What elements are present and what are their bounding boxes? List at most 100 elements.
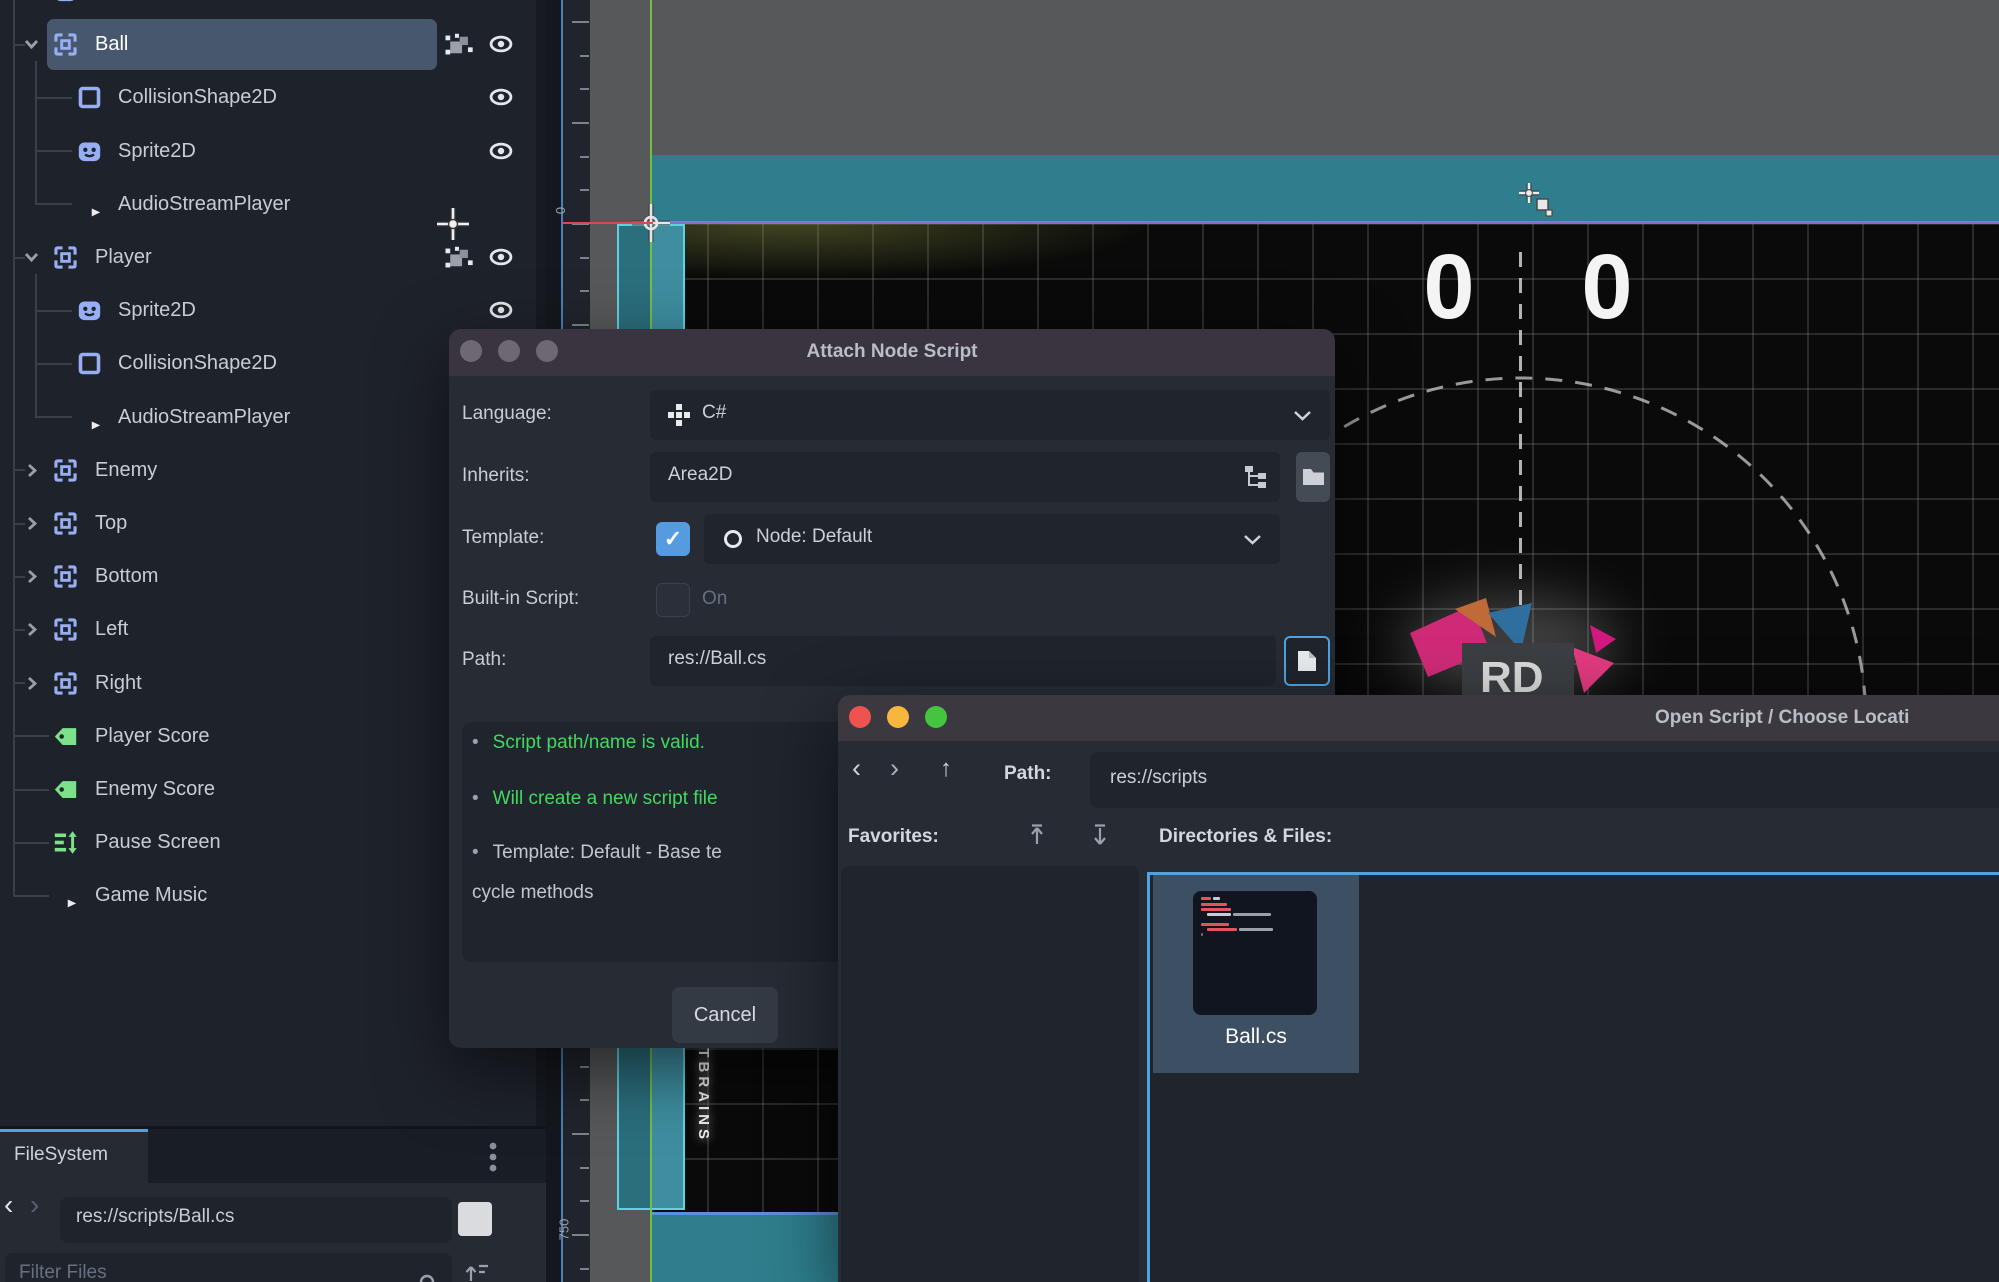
ruler-tick: [580, 88, 589, 91]
browse-class-button[interactable]: [1296, 452, 1330, 502]
open-script-dialog: Open Script / Choose Locati ‹ › ↑ Path: …: [838, 695, 1999, 1282]
x-axis-line: [563, 222, 653, 224]
move-gizmo-icon[interactable]: [1515, 180, 1561, 226]
area2d-icon: [52, 563, 79, 590]
files-list[interactable]: Ball.cs: [1147, 872, 1999, 1282]
enemy-score-text: 0: [1581, 236, 1633, 338]
file-tile-ballcs[interactable]: Ball.cs: [1153, 875, 1359, 1073]
ruler-tick: [572, 121, 589, 124]
area2d-icon: [52, 616, 79, 643]
tree-node-label: Left: [95, 618, 129, 641]
fs-forward-button[interactable]: ›: [30, 1189, 39, 1221]
tree-node-label: Enemy: [95, 458, 158, 481]
up-directory-button[interactable]: ↑: [940, 755, 952, 783]
template-checkbox[interactable]: ✓: [656, 522, 690, 556]
tree-row-court[interactable]: Court: [0, 0, 536, 18]
ruler-tick: [580, 189, 589, 192]
fs-breadcrumb[interactable]: res://scripts/Ball.cs: [60, 1197, 452, 1243]
ruler-tick: [580, 155, 589, 158]
path-label: Path:: [462, 649, 507, 670]
player-score-text: 0: [1423, 236, 1475, 338]
area2d-icon: [52, 31, 79, 58]
expand-arrow-icon[interactable]: [22, 620, 41, 639]
visibility-eye-icon[interactable]: [486, 84, 520, 111]
forward-button[interactable]: ›: [890, 753, 899, 784]
ruler-tick: [580, 1065, 589, 1068]
validation-message: cycle methods: [472, 882, 594, 903]
tree-row-ball[interactable]: Ball: [0, 18, 536, 71]
collapse-arrow-icon[interactable]: [22, 248, 41, 267]
tree-node-label: Court: [95, 0, 144, 18]
file-icon: [1297, 650, 1317, 672]
expand-arrow-icon[interactable]: [22, 514, 41, 533]
godot-editor-window: Court Ball CollisionShape2D Sprite2D Aud…: [0, 0, 1999, 1282]
builtin-script-label: Built-in Script:: [462, 588, 580, 609]
thumbnail-code-line: [1233, 913, 1271, 916]
visibility-eye-icon[interactable]: [486, 138, 520, 165]
template-dropdown[interactable]: Node: Default: [704, 514, 1280, 564]
audio-stream-player-icon: [52, 882, 79, 909]
builtin-script-value: On: [702, 588, 728, 609]
panel-menu-icon[interactable]: [487, 1141, 499, 1173]
top-wall-edge-line: [652, 221, 1999, 224]
favorite-down-icon[interactable]: [1091, 823, 1109, 849]
validation-message: • Template: Default - Base te: [472, 842, 722, 863]
zoom-button[interactable]: [925, 706, 947, 728]
visibility-eye-icon[interactable]: [486, 244, 520, 271]
thumbnail-code-line: [1207, 913, 1231, 916]
tree-node-label: AudioStreamPlayer: [118, 405, 291, 428]
fs-sort-icon[interactable]: [463, 1263, 491, 1282]
validation-message: • Script path/name is valid.: [472, 732, 705, 753]
tree-node-label: CollisionShape2D: [118, 86, 277, 109]
cancel-button[interactable]: Cancel: [672, 987, 778, 1043]
builtin-script-checkbox[interactable]: [656, 583, 690, 617]
thumbnail-code-line: [1201, 903, 1227, 906]
tree-row-sprite2d[interactable]: Sprite2D: [0, 125, 536, 178]
sprite2d-icon: [76, 138, 103, 165]
browse-path-button[interactable]: [1284, 636, 1330, 686]
tree-node-label: Player Score: [95, 724, 210, 747]
template-value: Node: Default: [756, 526, 873, 547]
fs-toggle-split-button[interactable]: [458, 1202, 492, 1236]
label-icon: [52, 723, 79, 750]
tab-filesystem[interactable]: FileSystem: [0, 1129, 148, 1183]
visibility-eye-icon[interactable]: [486, 31, 520, 58]
area2d-icon: [52, 244, 79, 271]
ruler-tick: [572, 324, 589, 327]
container-icon: [52, 829, 79, 856]
inherits-field[interactable]: Area2D: [650, 452, 1240, 502]
visibility-eye-icon[interactable]: [486, 297, 520, 324]
language-dropdown[interactable]: C#: [650, 390, 1330, 440]
ruler-tick: [580, 1099, 589, 1102]
expand-arrow-icon[interactable]: [22, 461, 41, 480]
favorite-up-icon[interactable]: [1028, 823, 1046, 849]
favorites-list[interactable]: [841, 866, 1139, 1282]
open-dialog-titlebar[interactable]: Open Script / Choose Locati: [838, 695, 1999, 741]
dialog-path-field[interactable]: res://scripts: [1090, 752, 1999, 808]
dialog-path-value: res://scripts: [1110, 767, 1208, 788]
fs-filter-input[interactable]: Filter Files: [5, 1253, 452, 1282]
close-button[interactable]: [849, 706, 871, 728]
pick-node-button[interactable]: [1232, 452, 1280, 502]
area2d-icon: [52, 670, 79, 697]
expand-arrow-icon[interactable]: [22, 674, 41, 693]
tree-node-label: Player: [95, 246, 152, 268]
favorites-label: Favorites:: [848, 826, 939, 847]
path-value: res://Ball.cs: [668, 648, 767, 669]
grouped-icon[interactable]: [443, 32, 474, 58]
bullet-icon: •: [472, 788, 479, 809]
visibility-eye-icon[interactable]: [486, 0, 520, 5]
ruler-tick: [572, 1234, 589, 1236]
grouped-icon[interactable]: [443, 245, 474, 271]
ruler-tick: [580, 54, 589, 57]
tree-row-collisionshape2d[interactable]: CollisionShape2D: [0, 71, 536, 124]
expand-arrow-icon[interactable]: [22, 567, 41, 586]
path-field[interactable]: res://Ball.cs: [650, 636, 1276, 686]
minimize-button[interactable]: [887, 706, 909, 728]
ruler-tick: [572, 1132, 589, 1135]
collapse-arrow-icon[interactable]: [22, 35, 41, 54]
attach-dialog-titlebar[interactable]: Attach Node Script: [449, 329, 1335, 376]
back-button[interactable]: ‹: [852, 753, 861, 784]
thumbnail-code-line: [1201, 897, 1211, 900]
fs-back-button[interactable]: ‹: [4, 1189, 13, 1221]
